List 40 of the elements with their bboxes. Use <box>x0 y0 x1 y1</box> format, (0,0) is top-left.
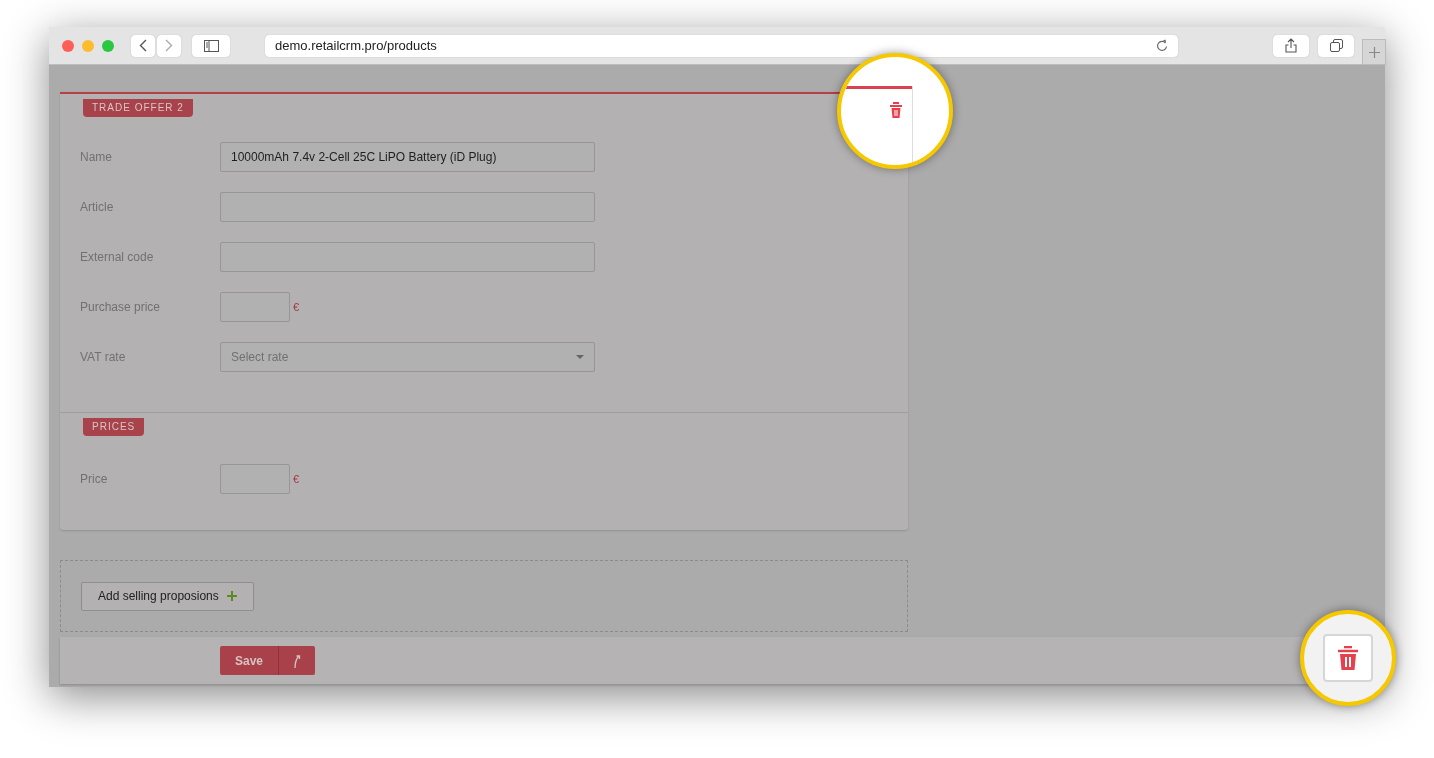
forward-button[interactable] <box>157 34 181 57</box>
field-label: VAT rate <box>80 349 127 366</box>
curved-arrow-icon <box>292 652 302 669</box>
add-selling-proposals-button[interactable]: Add selling proposions <box>81 581 254 611</box>
save-and-exit-button[interactable] <box>279 646 315 675</box>
share-icon <box>1285 38 1297 53</box>
field-label: Name <box>80 149 113 166</box>
field-label: External code <box>80 249 155 266</box>
maximize-window-icon[interactable] <box>102 39 114 52</box>
delete-button[interactable] <box>1323 634 1373 682</box>
field-label: Article <box>80 199 115 216</box>
url-text: demo.retailcrm.pro/products <box>275 36 438 55</box>
currency-symbol: € <box>293 471 300 487</box>
price-input-field[interactable] <box>220 292 290 322</box>
back-button[interactable] <box>131 34 155 57</box>
field-label: Purchase price <box>80 299 162 316</box>
tabs-icon <box>1329 39 1343 52</box>
sidebar-button[interactable] <box>192 34 230 57</box>
minimize-window-icon[interactable] <box>82 39 94 52</box>
text-input-field[interactable]: 10000mAh 7.4v 2-Cell 25C LiPO Battery (iD Plug) <box>220 142 595 172</box>
price-input-field[interactable] <box>220 464 290 494</box>
dropdown-caret-icon <box>576 355 584 359</box>
new-tab-button[interactable] <box>1362 39 1386 65</box>
share-button[interactable] <box>1273 34 1309 57</box>
currency-symbol: € <box>293 299 300 315</box>
section-tag: TRADE OFFER 2 <box>83 99 193 117</box>
plus-icon <box>1368 46 1380 58</box>
trash-icon <box>1338 645 1358 671</box>
text-input-field[interactable] <box>220 192 595 222</box>
field-label: Price <box>80 471 109 488</box>
section-tag: PRICES <box>83 418 145 436</box>
close-window-icon[interactable] <box>62 39 74 52</box>
trash-icon[interactable] <box>890 102 902 119</box>
address-bar[interactable]: demo.retailcrm.pro/products <box>265 34 1178 57</box>
sidebar-icon <box>203 39 219 52</box>
text-input-field[interactable] <box>220 242 595 272</box>
save-button[interactable]: Save <box>220 646 279 675</box>
reload-icon[interactable] <box>1156 39 1168 52</box>
plus-icon <box>226 591 237 601</box>
tabs-button[interactable] <box>1318 34 1354 57</box>
